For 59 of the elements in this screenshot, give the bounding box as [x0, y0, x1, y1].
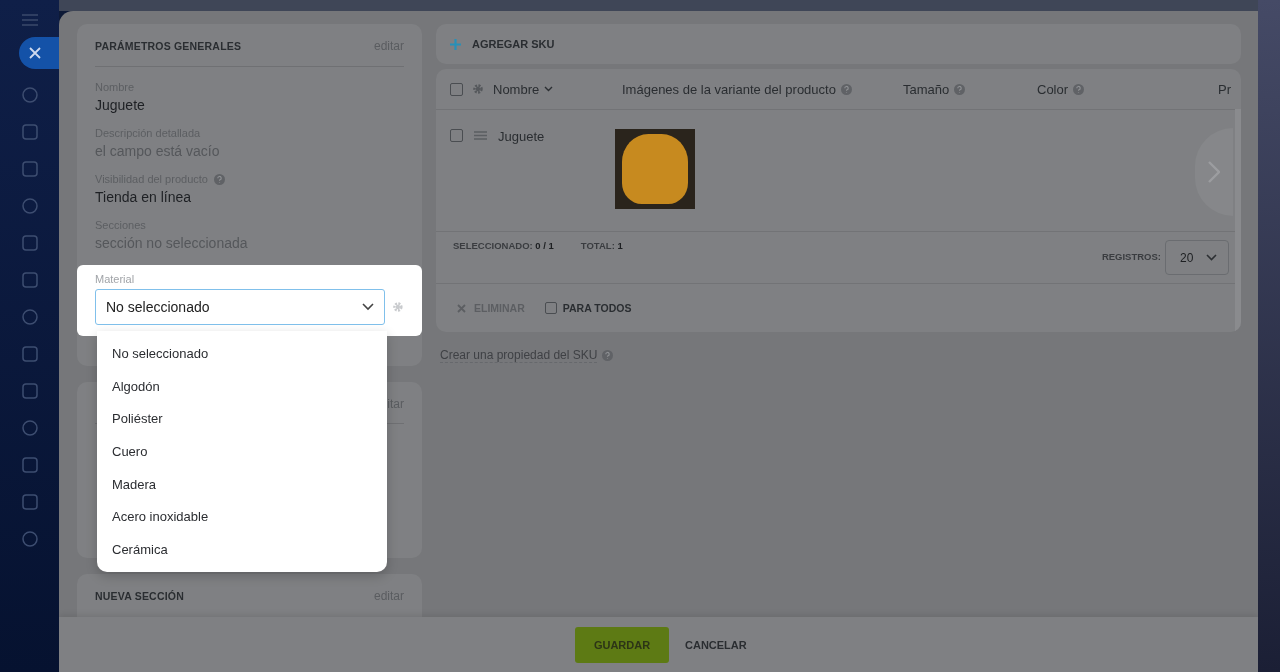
drag-handle-icon[interactable] [474, 131, 487, 140]
records-select[interactable]: 20 [1165, 240, 1229, 275]
sidebar-nav-icon[interactable] [20, 234, 39, 252]
records-label: REGISTROS: [1101, 251, 1161, 262]
sidebar-nav-icon[interactable] [20, 345, 39, 363]
help-icon[interactable] [1073, 83, 1085, 95]
column-header[interactable]: Nombre [493, 81, 540, 97]
sidebar-nav-icon[interactable] [20, 197, 39, 215]
sidebar-nav-icon[interactable] [20, 530, 39, 548]
dropdown-option[interactable]: Cuero [97, 435, 387, 468]
sidebar-nav-icon[interactable] [20, 419, 39, 437]
sidebar-nav-icon[interactable] [20, 382, 39, 400]
dropdown-option[interactable]: Acero inoxidable [97, 500, 387, 534]
dropdown-option[interactable]: Cerámica [97, 533, 387, 566]
chevron-down-icon [1206, 254, 1217, 261]
dropdown-option[interactable]: Poliéster [97, 402, 387, 436]
card-title: NUEVA SECCIÓN [95, 590, 184, 602]
close-button[interactable] [18, 37, 59, 69]
add-sku-button[interactable]: AGREGAR SKU [450, 38, 555, 50]
help-icon[interactable] [954, 83, 966, 95]
gear-icon[interactable] [392, 301, 404, 313]
sidebar-nav-icon[interactable] [20, 308, 39, 326]
close-icon [457, 303, 466, 313]
sidebar-nav-icon[interactable] [20, 86, 39, 104]
select-all-checkbox[interactable] [450, 82, 463, 96]
dropdown-option[interactable]: Madera [97, 467, 387, 501]
sidebar-nav-icon[interactable] [20, 493, 39, 511]
sidebar-nav-icon[interactable] [20, 456, 39, 474]
field-value: Juguete [95, 97, 146, 113]
column-header[interactable]: Imágenes de la variante del producto [622, 81, 836, 97]
sidebar-nav-icon[interactable] [20, 123, 39, 141]
dropdown-option[interactable]: Algodón [97, 369, 387, 403]
column-header[interactable]: Color [1037, 81, 1069, 97]
save-button[interactable]: GUARDAR [575, 626, 669, 663]
row-checkbox[interactable] [450, 129, 463, 142]
help-icon[interactable] [602, 350, 614, 361]
dropdown-option[interactable]: No seleccionado [97, 337, 387, 370]
chevron-down-icon [362, 303, 375, 311]
help-icon[interactable] [840, 83, 852, 95]
help-icon[interactable] [213, 173, 225, 185]
field-value: Tienda en línea [95, 189, 192, 205]
field-label: Material [95, 273, 136, 285]
cancel-button[interactable]: CANCELAR [679, 637, 753, 652]
close-icon [28, 47, 41, 59]
total-count: TOTAL: 1 [580, 240, 623, 251]
table-cell-text: Juguete [498, 129, 546, 144]
sidebar-nav-icon[interactable] [20, 271, 39, 289]
card-title: PARÁMETROS GENERALES [95, 40, 242, 52]
menu-icon[interactable] [21, 14, 38, 26]
column-header[interactable]: Tamaño [903, 81, 950, 97]
for-all-checkbox[interactable] [544, 302, 557, 314]
plus-icon [450, 38, 461, 50]
checkbox-label: PARA TODOS [562, 302, 632, 314]
selected-count: SELECCIONADO: 0 / 1 [453, 240, 554, 251]
settings-icon[interactable] [472, 83, 484, 95]
chevron-down-icon[interactable] [544, 86, 554, 92]
column-header[interactable]: Pr [1218, 81, 1231, 97]
scrollbar[interactable] [1235, 109, 1241, 332]
sidebar-nav-icon[interactable] [20, 160, 39, 178]
